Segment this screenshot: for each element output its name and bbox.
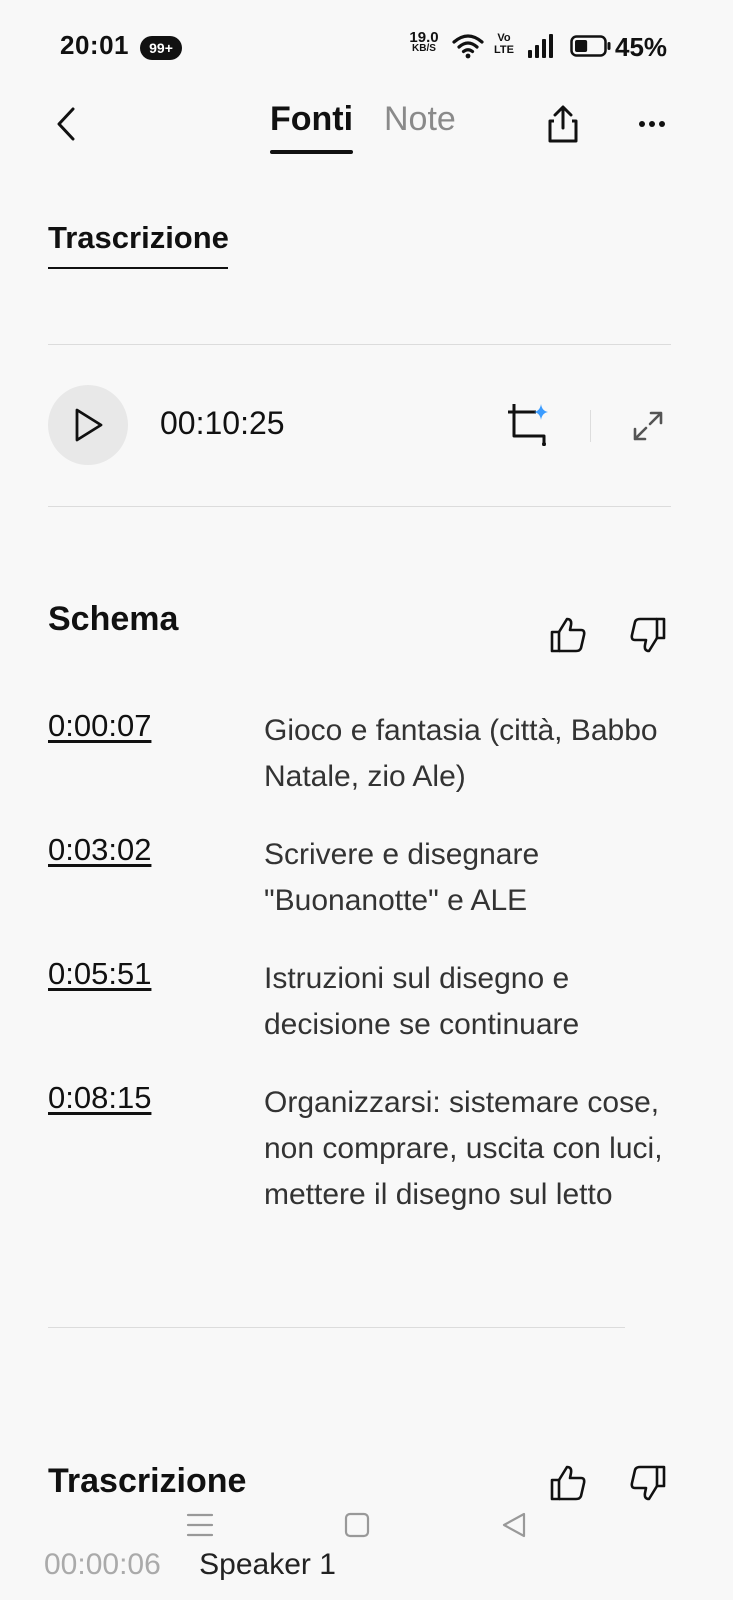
home-square-icon — [344, 1512, 370, 1538]
thumbs-down-button[interactable] — [626, 1461, 670, 1505]
play-button[interactable] — [48, 385, 128, 465]
outline-timestamp-link[interactable]: 0:00:07 — [48, 708, 264, 800]
battery-icon — [570, 35, 611, 57]
outline-item-text: Istruzioni sul disegno e decisione se co… — [264, 962, 580, 1041]
battery-percent: 45% — [615, 32, 668, 62]
volte-top: Vo — [497, 32, 511, 44]
network-speed: 19.0 KB/S — [404, 29, 444, 54]
more-options-button[interactable] — [630, 100, 674, 148]
thumbs-up-button[interactable] — [546, 1461, 590, 1505]
transcript-speaker: Speaker 1 — [199, 1548, 336, 1581]
network-speed-value: 19.0 — [409, 29, 439, 46]
thumbs-down-icon — [630, 617, 666, 653]
chevron-left-icon — [57, 107, 75, 141]
subtab-indicator — [48, 267, 228, 269]
outline-title: Schema — [48, 600, 179, 638]
volte-indicator: Vo LTE — [492, 32, 516, 56]
status-time: 20:01 — [60, 30, 129, 60]
transcript-timestamp[interactable]: 00:00:06 — [44, 1548, 161, 1581]
tab-note[interactable]: Note — [384, 100, 456, 139]
back-triangle-icon — [502, 1512, 526, 1538]
transcript-first-row: 00:00:06 Speaker 1 — [44, 1548, 336, 1582]
outline-item: 0:05:51 Istruzioni sul disegno e decisio… — [48, 956, 688, 1048]
more-horizontal-icon — [639, 121, 665, 127]
outline-timestamp-link[interactable]: 0:05:51 — [48, 956, 264, 1048]
expand-icon — [633, 411, 663, 441]
subtab-trascrizione[interactable]: Trascrizione — [48, 220, 229, 256]
menu-icon — [186, 1513, 214, 1537]
outline-item-text: Gioco e fantasia (città, Babbo Natale, z… — [264, 714, 658, 793]
share-button[interactable] — [541, 100, 585, 148]
crop-button[interactable] — [505, 402, 551, 448]
outline-item: 0:08:15 Organizzarsi: sistemare cose, no… — [48, 1080, 688, 1218]
thumbs-up-button[interactable] — [546, 613, 590, 657]
nav-menu-button[interactable] — [180, 1505, 220, 1545]
play-icon — [75, 408, 103, 442]
thumbs-down-button[interactable] — [626, 613, 670, 657]
vertical-separator — [590, 410, 591, 442]
back-button[interactable] — [44, 100, 88, 148]
wifi-icon — [452, 32, 484, 60]
outline-timestamp-link[interactable]: 0:03:02 — [48, 832, 264, 924]
transcript-title: Trascrizione — [48, 1462, 247, 1500]
audio-duration: 00:10:25 — [160, 405, 285, 441]
divider — [48, 344, 671, 345]
thumbs-up-icon — [550, 1465, 586, 1501]
volte-bottom: LTE — [494, 44, 514, 56]
thumbs-up-icon — [550, 617, 586, 653]
notification-badge: 99+ — [140, 36, 182, 60]
outline-item: 0:00:07 Gioco e fantasia (città, Babbo N… — [48, 708, 688, 800]
tab-fonti[interactable]: Fonti — [270, 100, 353, 139]
expand-button[interactable] — [628, 404, 668, 448]
thumbs-down-icon — [630, 1465, 666, 1501]
nav-back-button[interactable] — [494, 1505, 534, 1545]
outline-item-text: Organizzarsi: sistemare cose, non compra… — [264, 1086, 663, 1211]
share-icon — [548, 105, 578, 143]
crop-sparkle-icon — [508, 404, 548, 446]
outline-item-text: Scrivere e disegnare "Buonanotte" e ALE — [264, 838, 540, 917]
outline-timestamp-link[interactable]: 0:08:15 — [48, 1080, 264, 1218]
divider — [48, 506, 671, 507]
cell-signal-icon — [526, 32, 556, 60]
outline-item: 0:03:02 Scrivere e disegnare "Buonanotte… — [48, 832, 688, 924]
divider — [48, 1327, 625, 1328]
nav-home-button[interactable] — [337, 1505, 377, 1545]
active-tab-indicator — [270, 150, 353, 154]
